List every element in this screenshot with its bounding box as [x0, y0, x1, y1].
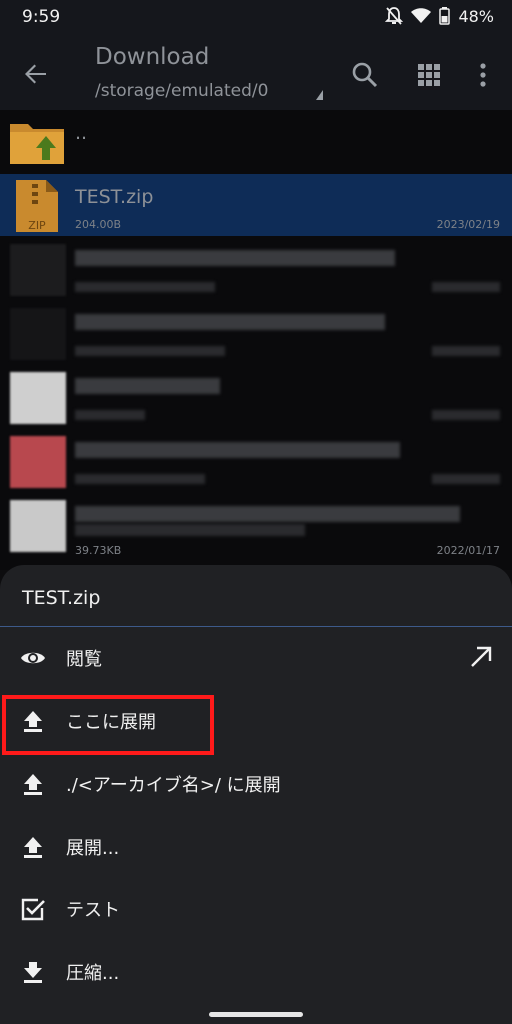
menu-item-label: ./<アーカイブ名>/ に展開	[66, 775, 281, 796]
status-time: 9:59	[22, 7, 61, 27]
menu-item-extract[interactable]: 展開...	[0, 816, 512, 878]
menu-item-label: テスト	[66, 900, 120, 921]
file-date: 2023/02/19	[436, 218, 500, 231]
blurred-thumbnail	[10, 308, 66, 360]
sheet-title: TEST.zip	[22, 587, 101, 609]
status-bar: 9:59 48%	[0, 0, 512, 36]
notifications-off-icon	[385, 6, 404, 26]
battery-percent: 48%	[458, 6, 494, 26]
blurred-text	[432, 410, 500, 420]
blurred-text	[75, 378, 220, 394]
blurred-text	[75, 410, 145, 420]
grid-view-button[interactable]	[414, 60, 444, 90]
toolbar: Download /storage/emulated/0	[0, 36, 512, 110]
blurred-text	[432, 346, 500, 356]
menu-item-label: 圧縮...	[66, 963, 120, 984]
parent-folder-row[interactable]: ..	[0, 110, 512, 172]
more-vert-icon	[480, 63, 486, 87]
menu-item-view[interactable]: 閲覧	[0, 627, 512, 689]
back-button[interactable]	[20, 58, 52, 90]
blurred-text	[75, 524, 305, 536]
blurred-file-row[interactable]	[0, 366, 512, 428]
menu-item-test[interactable]: テスト	[0, 878, 512, 940]
search-icon	[352, 62, 378, 88]
folder-up-icon	[10, 124, 64, 164]
blurred-file-row[interactable]	[0, 238, 512, 300]
bottom-sheet: TEST.zip 閲覧 ここに展開 ./<アーカイブ名>/ に展開 展開... …	[0, 565, 512, 1024]
blurred-text	[75, 442, 400, 458]
grid-icon	[418, 64, 440, 86]
search-button[interactable]	[350, 60, 380, 90]
menu-item-extract-to-folder[interactable]: ./<アーカイブ名>/ に展開	[0, 753, 512, 815]
open-external-icon[interactable]	[468, 644, 494, 670]
arrow-left-icon	[25, 64, 46, 84]
blurred-text	[75, 250, 395, 266]
blurred-file-row[interactable]	[0, 430, 512, 492]
upload-icon	[24, 837, 42, 858]
file-date: 2022/01/17	[436, 544, 500, 557]
blurred-text	[75, 282, 215, 292]
blurred-text	[75, 506, 460, 522]
file-size: 204.00B	[75, 218, 122, 231]
file-size: 39.73KB	[75, 544, 122, 557]
blurred-text	[75, 314, 385, 330]
parent-folder-label: ..	[75, 122, 88, 144]
status-icons: 48%	[385, 6, 494, 26]
highlight-box	[2, 695, 214, 755]
menu-item-label: 展開...	[66, 838, 120, 859]
current-path[interactable]: /storage/emulated/0	[95, 81, 268, 101]
page-title: Download	[95, 44, 210, 70]
blurred-text	[75, 346, 225, 356]
blurred-thumbnail	[10, 436, 66, 488]
path-dropdown-icon[interactable]	[316, 90, 323, 100]
more-options-button[interactable]	[468, 60, 498, 90]
upload-icon	[24, 774, 42, 795]
blurred-text	[75, 474, 205, 484]
download-icon	[24, 962, 42, 983]
checkbox-icon	[21, 898, 45, 921]
eye-icon	[21, 652, 45, 664]
zip-file-icon: ZIP	[16, 180, 58, 232]
blurred-file-row[interactable]: 39.73KB 2022/01/17	[0, 494, 512, 557]
file-row-selected[interactable]: ZIP TEST.zip 204.00B 2023/02/19	[0, 174, 512, 236]
blurred-text	[432, 282, 500, 292]
menu-item-compress[interactable]: 圧縮...	[0, 941, 512, 1003]
wifi-icon	[411, 8, 432, 24]
blurred-thumbnail	[10, 500, 66, 552]
blurred-file-row[interactable]	[0, 302, 512, 364]
gesture-nav-handle[interactable]	[209, 1012, 303, 1017]
battery-icon	[439, 7, 451, 25]
zip-icon-label: ZIP	[28, 219, 46, 232]
file-name: TEST.zip	[75, 186, 154, 208]
blurred-thumbnail	[10, 372, 66, 424]
blurred-text	[432, 474, 500, 484]
file-list: .. ZIP TEST.zip 204.00B 2023/02/19 39.73…	[0, 110, 512, 570]
blurred-thumbnail	[10, 244, 66, 296]
menu-item-label: 閲覧	[66, 649, 102, 670]
